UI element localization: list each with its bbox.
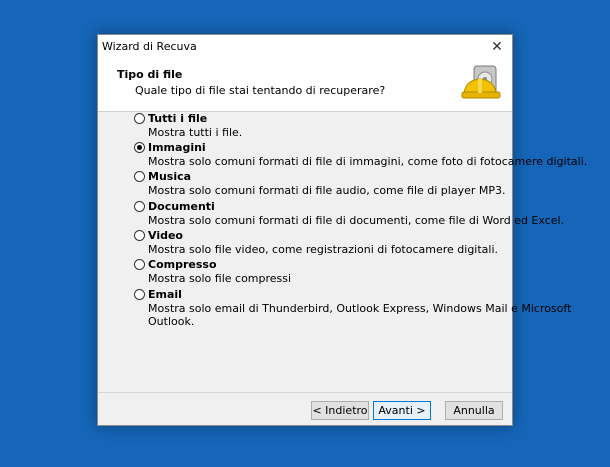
footer-divider [98,392,512,393]
option-description: Mostra solo comuni formati di file di im… [148,155,588,168]
option-description: Mostra solo comuni formati di file audio… [148,184,506,197]
next-button[interactable]: Avanti > [373,401,431,420]
option-description: Mostra tutti i file. [148,126,243,139]
option-label: Video [148,229,183,242]
window-title: Wizard di Recuva [102,40,197,53]
option-label: Email [148,288,182,301]
radio-selected-dot [137,145,142,150]
close-icon[interactable]: ✕ [482,35,512,59]
option-label: Musica [148,170,192,183]
option-description: Mostra solo file video, come registrazio… [148,243,499,256]
option-label: Immagini [148,141,206,154]
back-button[interactable]: < Indietro [311,401,369,420]
radio-compresso[interactable] [134,259,145,270]
option-label: Tutti i file [148,112,208,125]
radio-documenti[interactable] [134,201,145,212]
option-label: Compresso [148,258,217,271]
title-bar[interactable]: Wizard di Recuva ✕ [98,35,512,59]
option-description: Mostra solo email di Thunderbird, Outloo… [148,302,572,315]
recuva-logo-icon [461,65,501,99]
option-description-line2: Outlook. [148,315,195,328]
recuva-wizard-dialog: Wizard di Recuva ✕ Tipo di file Quale ti… [97,34,587,426]
radio-tutti-i-file[interactable] [134,113,145,124]
radio-immagini[interactable] [134,142,145,153]
radio-musica[interactable] [134,171,145,182]
option-description: Mostra solo file compressi [148,272,292,285]
option-description: Mostra solo comuni formati di file di do… [148,214,565,227]
radio-email[interactable] [134,289,145,300]
option-label: Documenti [148,200,215,213]
wizard-header: Tipo di file Quale tipo di file stai ten… [98,59,512,112]
radio-video[interactable] [134,230,145,241]
cancel-button[interactable]: Annulla [445,401,503,420]
step-subtitle: Quale tipo di file stai tentando di recu… [135,84,386,97]
step-title: Tipo di file [117,68,183,81]
